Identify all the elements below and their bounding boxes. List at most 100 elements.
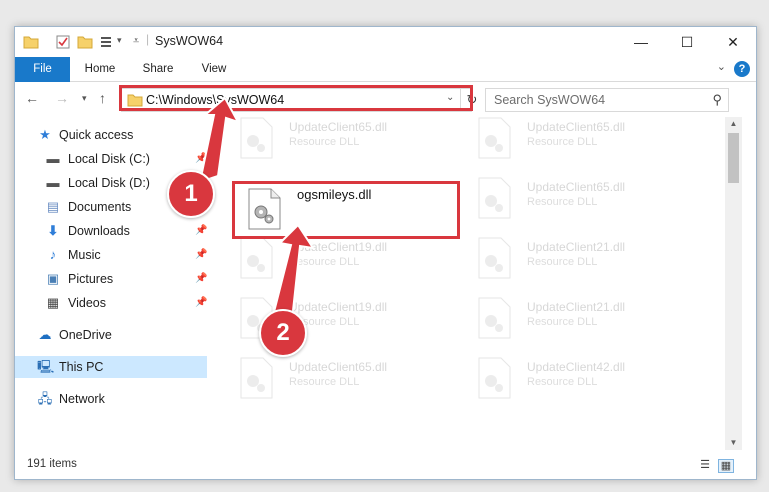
expand-ribbon-icon[interactable]: ⌄ — [717, 60, 726, 73]
sidebar-item-this-pc[interactable]: 🖳 This PC — [15, 356, 207, 378]
scroll-up-icon[interactable]: ▲ — [725, 117, 742, 131]
title-separator: | — [146, 32, 150, 46]
details-view-icon[interactable]: ☰ — [698, 459, 712, 471]
sidebar-item-label: Music — [68, 248, 101, 262]
sidebar-item-label: OneDrive — [59, 328, 112, 342]
sidebar-item-label: Documents — [68, 200, 132, 214]
file-description: Resource DLL — [527, 376, 598, 388]
file-item[interactable]: UpdateClient65.dll Resource DLL — [465, 171, 695, 227]
file-item[interactable]: UpdateClient65.dll Resource DLL — [227, 351, 457, 407]
search-icon[interactable]: ⚲ — [712, 92, 722, 108]
ribbon-tabs: File Home Share View ⌄ ? — [15, 57, 756, 113]
file-item[interactable]: UpdateClient21.dll Resource DLL — [465, 291, 695, 347]
vertical-scrollbar[interactable]: ▲ ▼ — [725, 117, 742, 450]
forward-arrow-icon[interactable]: → — [55, 90, 69, 106]
maximize-button[interactable]: ☐ — [664, 27, 710, 57]
dll-file-icon — [478, 117, 511, 159]
quick-access-dropdown-icon[interactable]: ⩡ — [133, 35, 139, 48]
cloud-icon: ☁ — [38, 327, 52, 342]
file-highlight-box — [232, 181, 460, 239]
music-icon: ♪ — [49, 247, 57, 262]
sidebar-item-label: Network — [59, 392, 105, 406]
minimize-button[interactable]: — — [618, 27, 664, 57]
pin-icon[interactable]: 📌 — [195, 268, 207, 290]
download-icon: ⬇ — [47, 223, 59, 238]
file-explorer-window: ▾ ⩡ | SysWOW64 — ☐ ✕ File Home Share Vie… — [14, 26, 757, 480]
search-input[interactable]: Search SysWOW64 — [494, 93, 605, 107]
scroll-thumb[interactable] — [728, 133, 739, 183]
videos-icon: ▦ — [46, 295, 60, 310]
file-list: UpdateClient65.dll Resource DLL UpdateCl… — [221, 117, 725, 450]
drive-icon: ▬ — [46, 175, 60, 190]
network-icon: 🖧 — [37, 391, 53, 406]
scroll-down-icon[interactable]: ▼ — [725, 436, 742, 450]
window-title: SysWOW64 — [155, 34, 224, 48]
star-icon: ★ — [39, 127, 51, 142]
sidebar-item-music[interactable]: ♪ Music 📌 — [15, 244, 208, 266]
file-name: UpdateClient21.dll — [527, 300, 626, 314]
recent-locations-icon[interactable]: ▾ — [82, 93, 87, 104]
dll-file-icon — [478, 237, 511, 279]
item-count: 191 items — [27, 458, 77, 470]
pin-icon[interactable]: 📌 — [195, 220, 207, 242]
sidebar-item-label: Pictures — [68, 272, 114, 286]
pictures-icon: ▣ — [46, 271, 60, 286]
file-description: Resource DLL — [289, 256, 360, 268]
file-description: Resource DLL — [527, 196, 598, 208]
file-name: UpdateClient65.dll — [289, 120, 388, 134]
tab-view[interactable]: View — [189, 57, 239, 81]
help-icon[interactable]: ? — [734, 61, 750, 77]
new-folder-icon[interactable] — [77, 34, 93, 50]
sidebar-item-label: Quick access — [59, 128, 134, 142]
dll-file-icon — [478, 177, 511, 219]
tab-share[interactable]: Share — [133, 57, 183, 81]
large-icons-view-icon[interactable]: ▦ — [718, 459, 734, 473]
sidebar-item-label: Videos — [68, 296, 106, 310]
sidebar-item-videos[interactable]: ▦ Videos 📌 — [15, 292, 208, 314]
file-description: Resource DLL — [527, 316, 598, 328]
address-highlight-box — [119, 85, 473, 111]
sidebar-item-onedrive[interactable]: ☁ OneDrive — [15, 324, 207, 346]
sidebar-item-pictures[interactable]: ▣ Pictures 📌 — [15, 268, 208, 290]
pin-icon[interactable]: 📌 — [195, 148, 207, 170]
file-item[interactable]: UpdateClient65.dll Resource DLL — [227, 111, 457, 167]
computer-icon: 🖳 — [37, 359, 55, 374]
sidebar-item-network[interactable]: 🖧 Network — [15, 388, 207, 410]
sidebar-item-label: This PC — [59, 360, 104, 374]
drive-icon: ▬ — [46, 151, 60, 166]
file-item[interactable]: UpdateClient42.dll Resource DLL — [465, 351, 695, 407]
folder-icon[interactable] — [23, 34, 39, 50]
status-bar: 191 items ☰ ▦ — [15, 451, 756, 479]
close-button[interactable]: ✕ — [710, 27, 756, 57]
pin-icon[interactable]: 📌 — [195, 244, 207, 266]
up-arrow-icon[interactable]: ↑ — [99, 90, 106, 106]
file-name: UpdateClient19.dll — [289, 240, 388, 254]
sidebar-item-quick-access[interactable]: ★ Quick access — [15, 124, 207, 146]
sidebar-item-local-disk-c[interactable]: ▬ Local Disk (C:) 📌 — [15, 148, 208, 170]
sidebar-item-downloads[interactable]: ⬇ Downloads 📌 — [15, 220, 208, 242]
search-box[interactable]: Search SysWOW64 ⚲ — [485, 88, 729, 112]
back-arrow-icon[interactable]: ← — [25, 90, 39, 106]
pin-icon[interactable]: 📌 — [195, 292, 207, 314]
file-item[interactable]: UpdateClient19.dll Resource DLL — [227, 231, 457, 287]
file-name: UpdateClient42.dll — [527, 360, 626, 374]
dll-file-icon — [240, 117, 273, 159]
customize-toolbar-icon[interactable] — [99, 34, 115, 50]
sidebar-item-label: Local Disk (D:) — [68, 176, 150, 190]
sidebar-item-label: Downloads — [68, 224, 130, 238]
file-name: UpdateClient65.dll — [527, 120, 626, 134]
file-item[interactable]: UpdateClient65.dll Resource DLL — [465, 111, 695, 167]
file-name: UpdateClient65.dll — [527, 180, 626, 194]
dll-file-icon — [240, 357, 273, 399]
chevron-down-icon[interactable]: ▾ — [117, 35, 122, 46]
title-bar: ▾ ⩡ | SysWOW64 — ☐ ✕ — [15, 27, 756, 57]
step-2-badge: 2 — [259, 309, 307, 357]
properties-icon[interactable] — [55, 34, 71, 50]
dll-file-icon — [240, 237, 273, 279]
file-description: Resource DLL — [289, 376, 360, 388]
file-item[interactable]: UpdateClient21.dll Resource DLL — [465, 231, 695, 287]
dll-file-icon — [478, 297, 511, 339]
dll-file-icon — [478, 357, 511, 399]
tab-home[interactable]: Home — [75, 57, 125, 81]
file-name: UpdateClient19.dll — [289, 300, 388, 314]
